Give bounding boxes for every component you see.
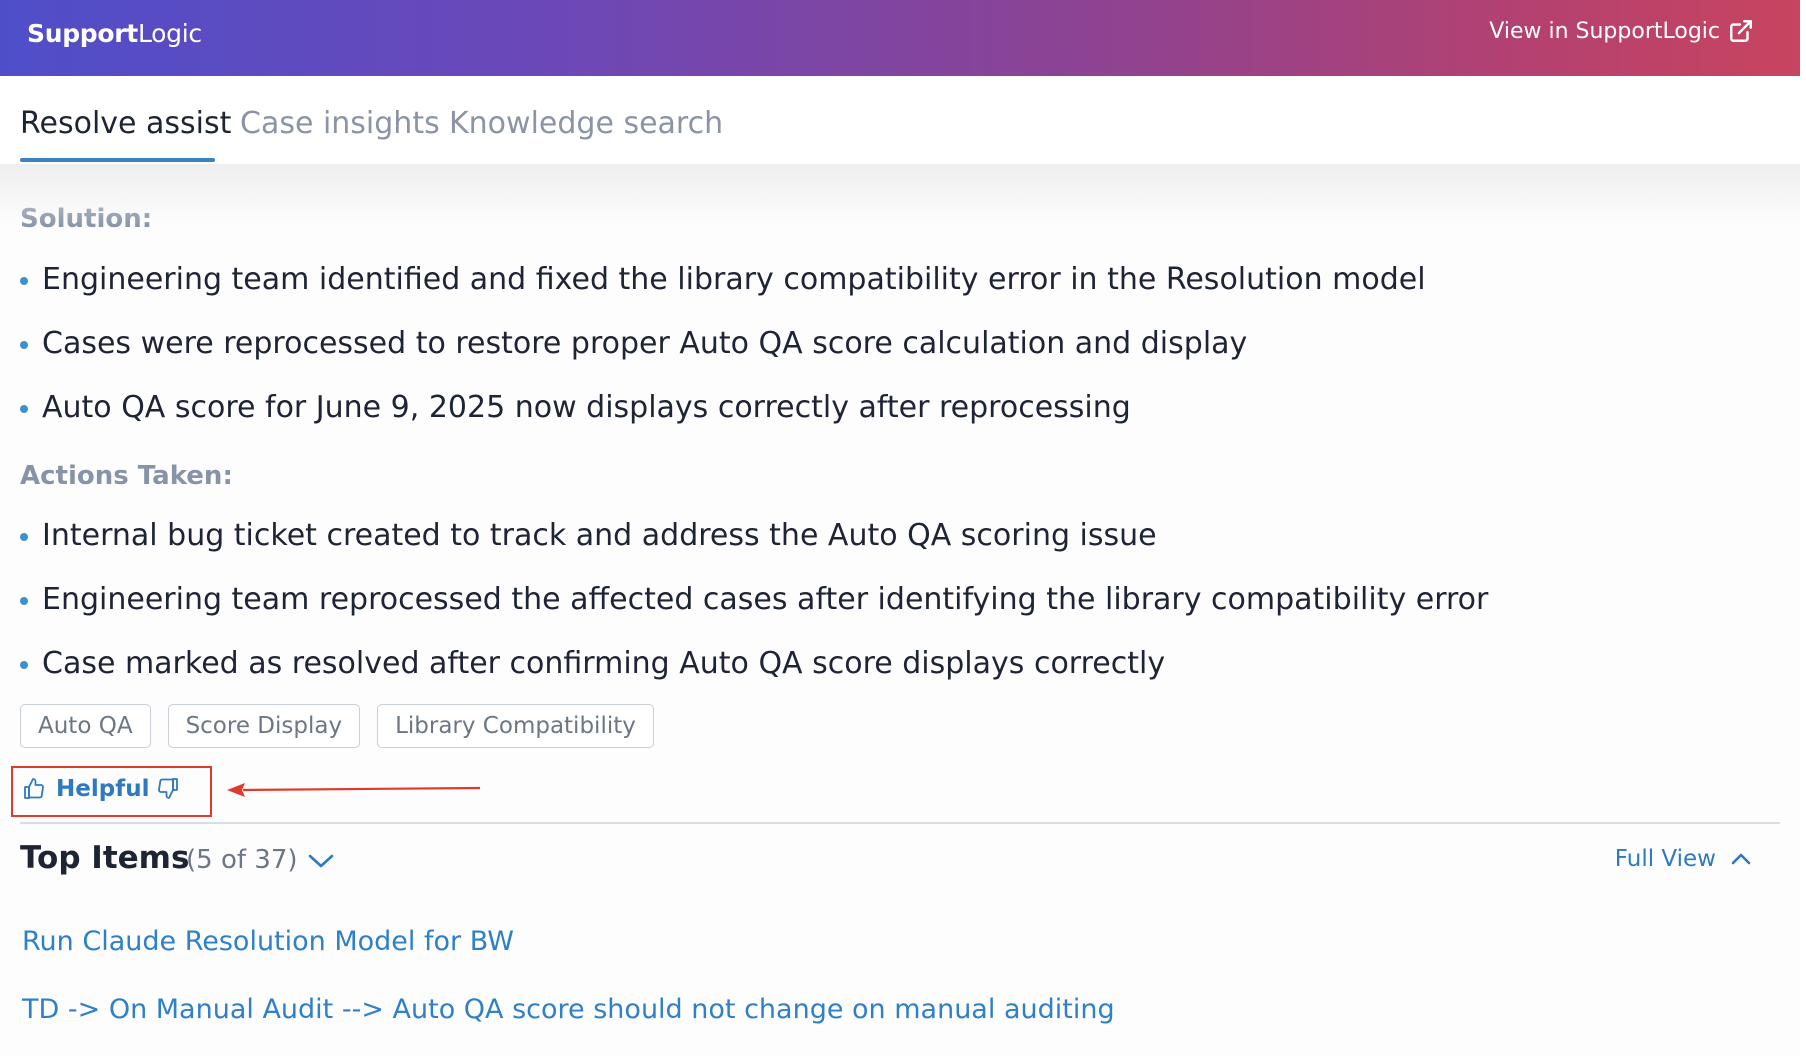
- annotation-arrow: [227, 783, 481, 797]
- full-view-toggle[interactable]: Full View: [1615, 846, 1752, 872]
- list-item: Engineering team reprocessed the affecte…: [20, 582, 1488, 617]
- section-divider: [20, 822, 1780, 824]
- bullet-dot: [20, 532, 28, 541]
- list-item: Engineering team identified and fixed th…: [20, 262, 1426, 297]
- brand-logo: SupportLogic: [27, 19, 202, 48]
- scroll-fade-overlay: [0, 164, 1800, 228]
- view-in-supportlogic-label: View in SupportLogic: [1489, 18, 1720, 44]
- tag-auto-qa: Auto QA: [20, 704, 151, 748]
- bullet-dot: [20, 660, 28, 669]
- bullet-dot: [20, 276, 28, 285]
- brand-logo-bold: Support: [27, 19, 138, 48]
- top-items-count: (5 of 37): [186, 845, 298, 875]
- chevron-up-icon: [1731, 853, 1751, 865]
- tab-resolve-assist[interactable]: Resolve assist: [20, 106, 231, 141]
- bullet-dot: [20, 596, 28, 605]
- app-frame: SupportLogic View in SupportLogic Resolv…: [0, 0, 1806, 1056]
- list-item-text: Engineering team identified and fixed th…: [42, 262, 1426, 297]
- list-item-text: Cases were reprocessed to restore proper…: [42, 326, 1248, 361]
- bullet-dot: [20, 340, 28, 349]
- window-edge: [1800, 0, 1806, 1056]
- list-item: Auto QA score for June 9, 2025 now displ…: [20, 390, 1131, 425]
- supportlogic-panel: SupportLogic View in SupportLogic Resolv…: [0, 0, 1800, 1056]
- tag-list: Auto QA Score Display Library Compatibil…: [20, 704, 654, 748]
- thumbs-down-icon: [158, 778, 178, 799]
- list-item-text: Case marked as resolved after confirming…: [42, 646, 1166, 681]
- list-item-text: Auto QA score for June 9, 2025 now displ…: [42, 390, 1131, 425]
- list-item: Cases were reprocessed to restore proper…: [20, 326, 1247, 361]
- helpful-label: Helpful: [56, 776, 150, 802]
- list-item-text: Engineering team reprocessed the affecte…: [42, 582, 1489, 617]
- top-items-heading: Top Items: [20, 840, 190, 876]
- tag-library-compatibility: Library Compatibility: [377, 704, 654, 748]
- tab-case-insights[interactable]: Case insights: [240, 106, 440, 141]
- thumbs-up-icon: [24, 778, 44, 799]
- brand-logo-light: Logic: [137, 19, 202, 48]
- full-view-label: Full View: [1614, 846, 1716, 872]
- tab-knowledge-search[interactable]: Knowledge search: [449, 106, 723, 141]
- active-tab-indicator: [20, 158, 215, 162]
- external-link-icon: [1730, 20, 1752, 42]
- top-item-link[interactable]: Run Claude Resolution Model for BW: [22, 926, 514, 957]
- actions-taken-heading: Actions Taken:: [20, 461, 233, 491]
- tag-score-display: Score Display: [167, 704, 361, 748]
- view-in-supportlogic-link[interactable]: View in SupportLogic: [1489, 18, 1754, 44]
- chevron-down-icon[interactable]: [307, 852, 335, 874]
- bullet-dot: [20, 404, 28, 413]
- not-helpful-button[interactable]: [156, 776, 180, 804]
- helpful-button[interactable]: Helpful: [22, 776, 149, 802]
- list-item: Internal bug ticket created to track and…: [20, 518, 1157, 553]
- tab-bar: Resolve assist Case insights Knowledge s…: [0, 76, 1800, 164]
- list-item: Case marked as resolved after confirming…: [20, 646, 1165, 681]
- top-item-link[interactable]: TD -> On Manual Audit --> Auto QA score …: [22, 994, 1115, 1025]
- list-item-text: Internal bug ticket created to track and…: [42, 518, 1157, 553]
- header-bar: SupportLogic View in SupportLogic: [0, 0, 1800, 76]
